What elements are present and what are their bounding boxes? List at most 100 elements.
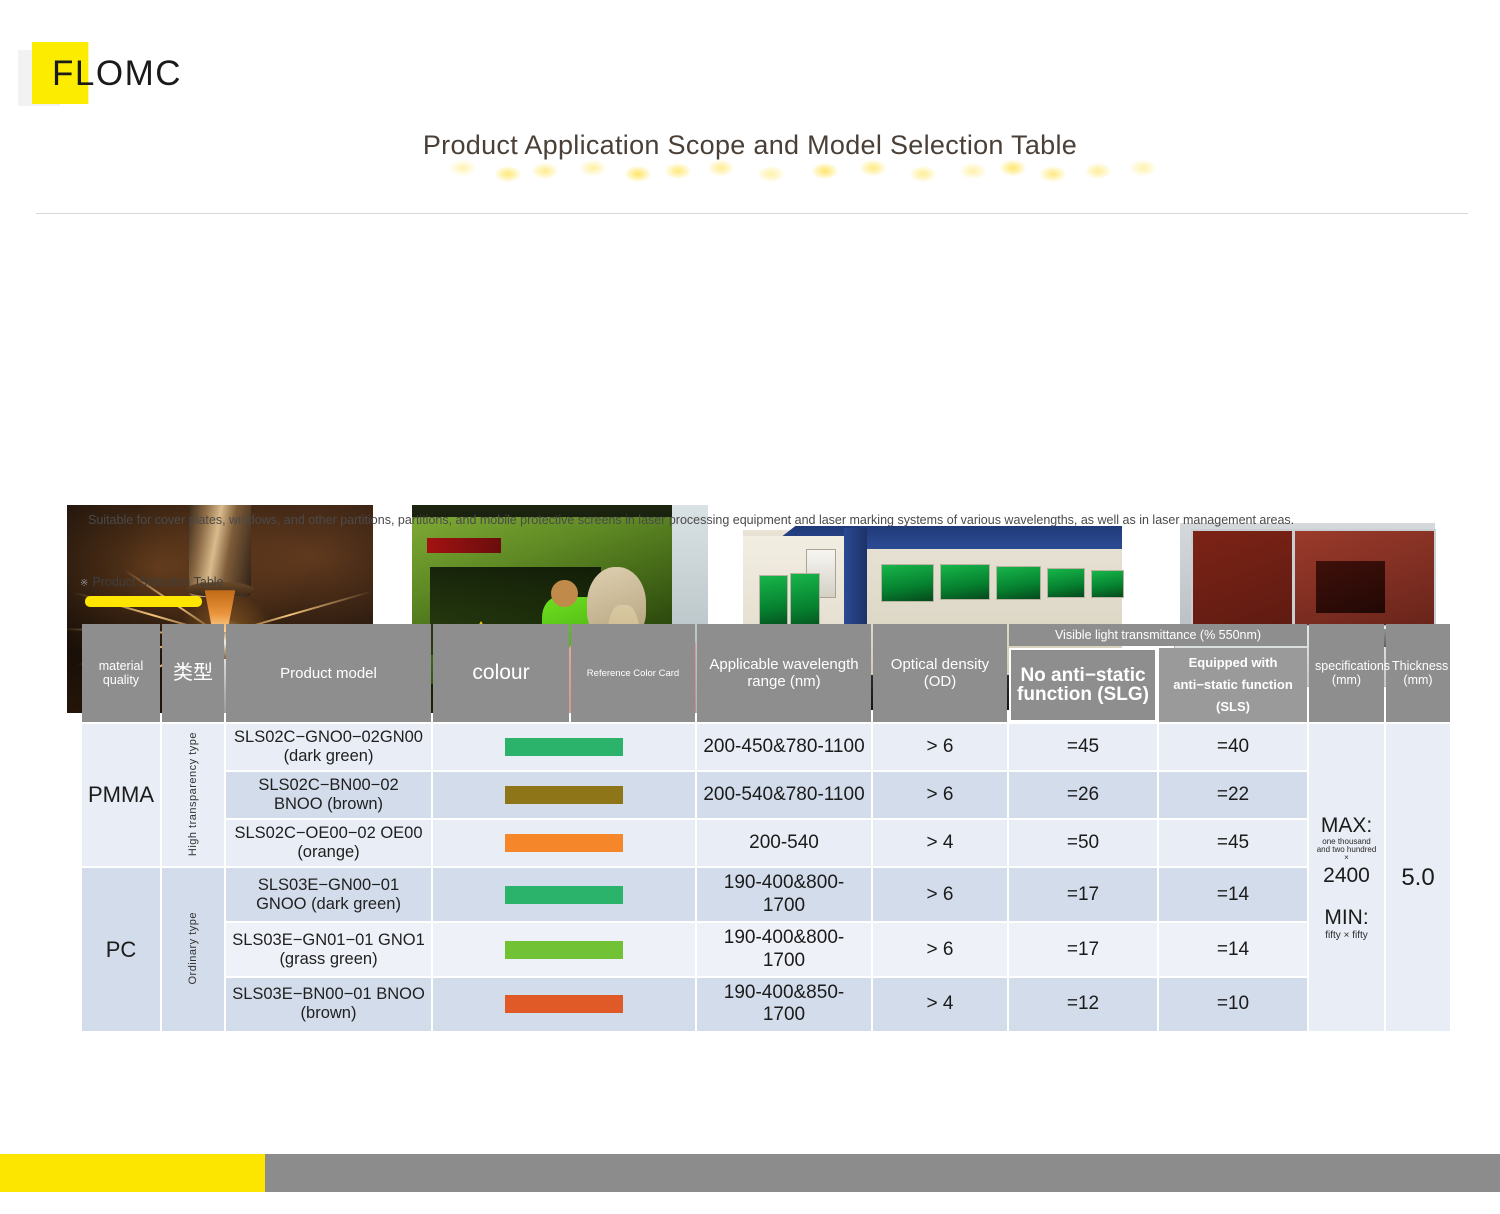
col-specifications: specifications (mm) (1309, 624, 1390, 723)
product-model-value: SLS02C−OE00−02 OE00 (orange) (226, 820, 431, 867)
sls-value: =22 (1159, 772, 1307, 819)
sls-value: =40 (1159, 724, 1307, 771)
brand-logo: FLOMC (18, 42, 218, 112)
asterisk-icon: ※ (80, 578, 89, 589)
table-body: PMMA High transparency type SLS02C−GNO0−… (82, 724, 1450, 1031)
title-glow-dot (708, 160, 734, 176)
material-quality-value: PC (82, 868, 160, 1031)
slg-value: =26 (1009, 772, 1157, 819)
slg-value: =17 (1009, 868, 1157, 922)
table-row: SLS02C−BN00−02 BNOO (brown) 200-540&780-… (82, 772, 1450, 819)
wavelength-value: 190-400&850-1700 (697, 977, 871, 1031)
slg-value: =12 (1009, 977, 1157, 1031)
product-model-value: SLS02C−BN00−02 BNOO (brown) (226, 772, 431, 819)
spec-max-words: one thousand and two hundred × (1316, 837, 1377, 863)
colour-swatch (505, 940, 623, 959)
col-no-antistatic-slg: No anti−static function (SLG) (1009, 648, 1157, 723)
table-row: SLS03E−BN00−01 BNOO (brown) 190-400&850-… (82, 977, 1450, 1031)
title-glow-dot (1000, 160, 1026, 176)
title-glow-dot (812, 163, 838, 179)
page-title: Product Application Scope and Model Sele… (422, 130, 1078, 160)
col-visible-light-transmittance-group: Visible light transmittance (% 550nm) (1009, 624, 1307, 646)
optical-density-value: > 6 (873, 868, 1007, 922)
colour-swatch-cell (433, 772, 695, 819)
table-row: SLS02C−OE00−02 OE00 (orange) 200-540 > 4… (82, 820, 1450, 867)
section-underline-highlight (85, 596, 202, 607)
colour-swatch-cell (433, 724, 695, 771)
title-glow-dot (758, 166, 784, 182)
wavelength-value: 190-400&800-1700 (697, 923, 871, 976)
product-model-value: SLS02C−GNO0−02GN00 (dark green) (226, 724, 431, 771)
type-value-text: Ordinary type (187, 911, 199, 985)
spec-max-label: MAX: (1320, 814, 1373, 838)
title-glow-dot (1130, 160, 1156, 176)
scope-description: Suitable for cover plates, windows, and … (88, 513, 1295, 527)
section-heading-label: Product Selection Table (92, 575, 224, 589)
title-glow-dot (1040, 166, 1066, 182)
title-glow-dot (450, 160, 476, 176)
photo-gallery (0, 250, 1500, 716)
title-glow-dot (625, 166, 651, 182)
colour-swatch-cell (433, 977, 695, 1031)
sls-value: =10 (1159, 977, 1307, 1031)
slg-value: =17 (1009, 923, 1157, 976)
optical-density-value: > 6 (873, 772, 1007, 819)
col-type: 类型 (162, 624, 224, 723)
title-glow-dot (960, 163, 986, 179)
colour-swatch (505, 738, 623, 757)
colour-swatch (505, 786, 623, 805)
colour-swatch-cell (433, 923, 695, 976)
type-value: Ordinary type (162, 868, 224, 1031)
table-header-row-1: material quality 类型 Product model colour… (82, 624, 1450, 723)
colour-swatch (505, 834, 623, 853)
col-product-model: Product model (226, 624, 431, 723)
colour-swatch-cell (433, 868, 695, 922)
header-divider (36, 213, 1468, 214)
col-thickness: Thickness (mm) (1386, 624, 1450, 723)
col-wavelength-range: Applicable wavelength range (nm) (697, 624, 871, 723)
table-row: PC Ordinary type SLS03E−GN00−01 GNOO (da… (82, 868, 1450, 1031)
optical-density-value: > 6 (873, 724, 1007, 771)
wavelength-value: 190-400&800-1700 (697, 868, 871, 922)
type-value: High transparency type (162, 724, 224, 867)
specifications-value: MAX: one thousand and two hundred × 2400… (1309, 724, 1384, 1031)
col-reference-color-card: Reference Color Card (571, 624, 695, 723)
title-glow-dot (665, 163, 691, 179)
slg-value: =45 (1009, 724, 1157, 771)
material-quality-value: PMMA (82, 724, 160, 867)
product-selection-table-wrapper: material quality 类型 Product model colour… (80, 622, 1450, 1033)
wavelength-value: 200-450&780-1100 (697, 724, 871, 771)
optical-density-value: > 6 (873, 923, 1007, 976)
title-glow-dot (532, 163, 558, 179)
col-colour: colour (433, 624, 569, 723)
product-model-value: SLS03E−GN00−01 GNOO (dark green) (226, 868, 431, 922)
product-model-value: SLS03E−BN00−01 BNOO (brown) (226, 977, 431, 1031)
title-glow-dot (1085, 163, 1111, 179)
footer-bar (265, 1154, 1500, 1192)
title-glow-dot (495, 166, 521, 182)
wavelength-value: 200-540 (697, 820, 871, 867)
footer-accent-bar (0, 1154, 265, 1192)
optical-density-value: > 4 (873, 977, 1007, 1031)
product-model-value: SLS03E−GN01−01 GNO1 (grass green) (226, 923, 431, 976)
slg-value: =50 (1009, 820, 1157, 867)
page-title-container: Product Application Scope and Model Sele… (0, 130, 1500, 182)
optical-density-value: > 4 (873, 820, 1007, 867)
title-glow-dot (860, 160, 886, 176)
table-row: SLS03E−GN01−01 GNO1 (grass green) 190-40… (82, 923, 1450, 976)
title-glow-decoration (440, 158, 1156, 186)
title-glow-dot (580, 160, 606, 176)
table-head: material quality 类型 Product model colour… (82, 624, 1450, 723)
colour-swatch (505, 885, 623, 904)
title-glow-dot (910, 166, 936, 182)
wavelength-value: 200-540&780-1100 (697, 772, 871, 819)
col-optical-density: Optical density (OD) (873, 624, 1007, 723)
spec-max-value: 2400 (1323, 864, 1370, 888)
col-material-quality: material quality (82, 624, 160, 723)
colour-swatch (505, 995, 623, 1014)
section-heading: ※ Product Selection Table (80, 573, 380, 607)
sls-value: =14 (1159, 923, 1307, 976)
col-with-antistatic-sls: Equipped with anti−static function (SLS) (1159, 648, 1307, 723)
product-selection-table: material quality 类型 Product model colour… (80, 622, 1452, 1033)
sls-value: =45 (1159, 820, 1307, 867)
